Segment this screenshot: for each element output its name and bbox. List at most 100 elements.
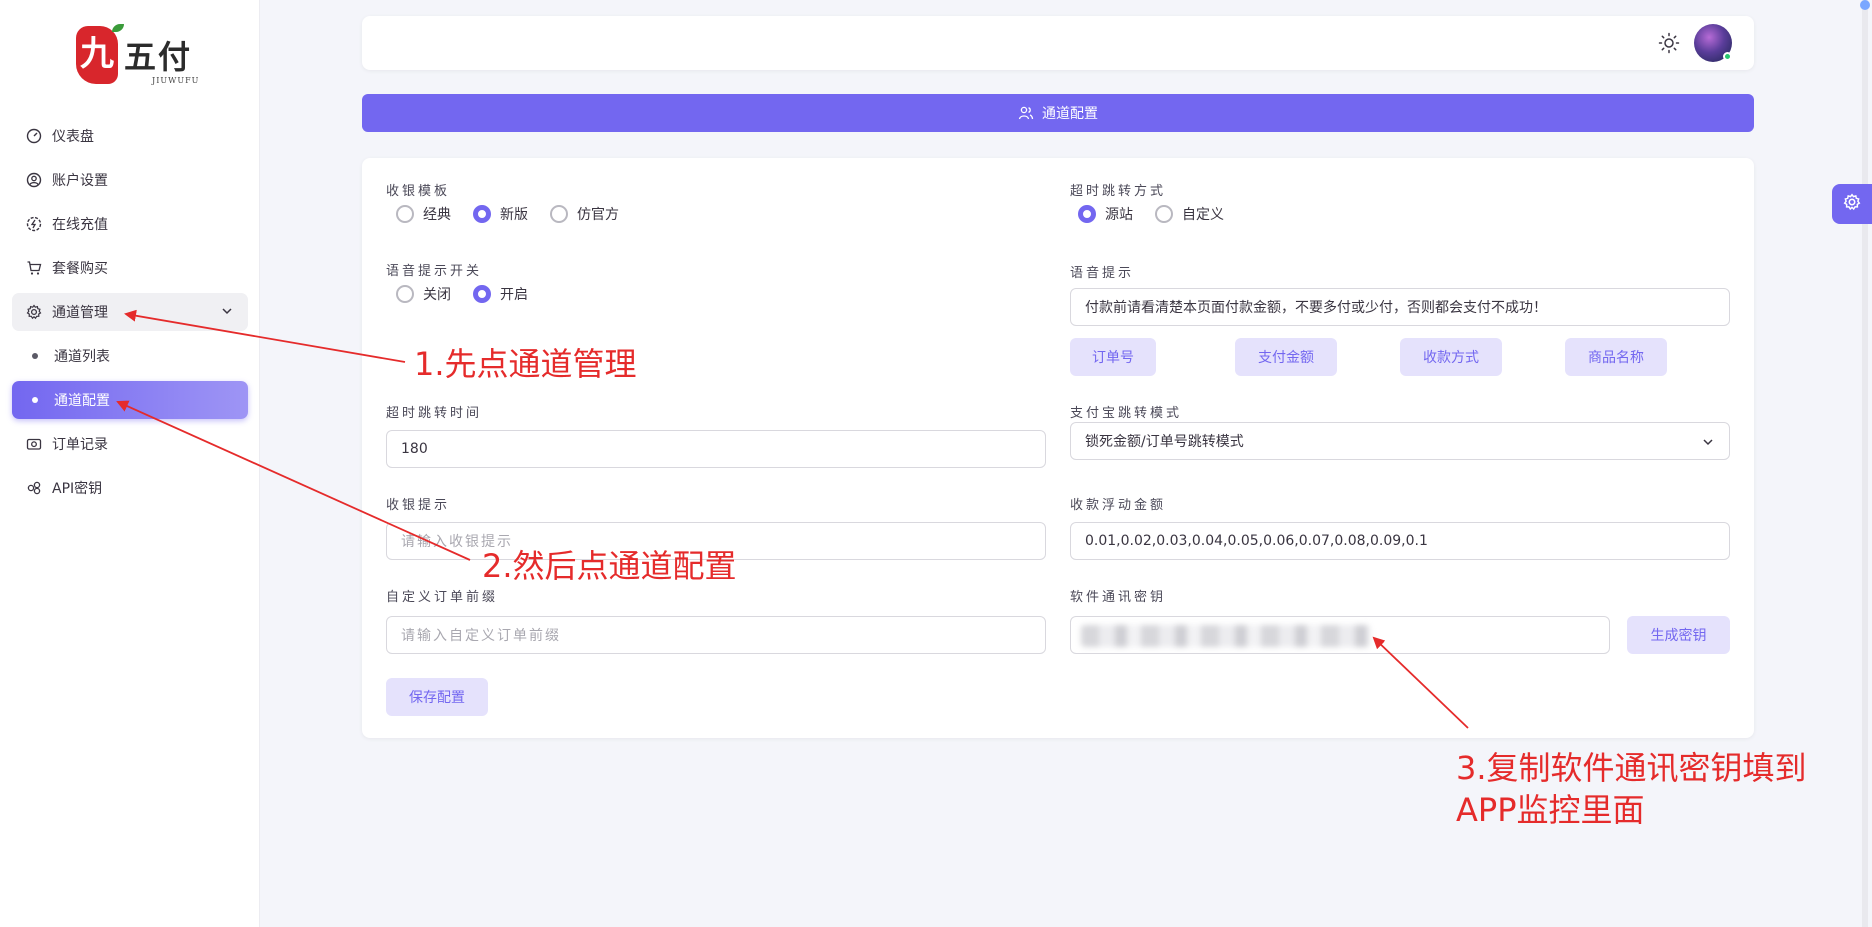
- radio-label: 关闭: [423, 287, 451, 303]
- customizer-gear-button[interactable]: [1832, 184, 1872, 224]
- bullet-icon: [32, 397, 38, 403]
- voice-prompt-label: 语音提示: [1070, 266, 1135, 281]
- sidebar-item-api-key[interactable]: API密钥: [12, 469, 248, 507]
- tag-order-no-button[interactable]: 订单号: [1070, 338, 1156, 376]
- blurred-secret: [1081, 625, 1371, 647]
- float-amount-input[interactable]: 0.01,0.02,0.03,0.04,0.05,0.06,0.07,0.08,…: [1070, 522, 1730, 560]
- radio-circle: [396, 205, 414, 223]
- radio-official[interactable]: 仿官方: [550, 204, 619, 224]
- sun-icon[interactable]: [1658, 32, 1680, 54]
- radio-label: 新版: [500, 207, 528, 223]
- radio-off[interactable]: 关闭: [396, 284, 451, 304]
- radio-label: 源站: [1105, 207, 1133, 223]
- bullet-icon: [32, 353, 38, 359]
- radio-circle: [1155, 205, 1173, 223]
- gear-icon: [26, 304, 42, 320]
- float-amount-label: 收款浮动金额: [1070, 498, 1167, 513]
- voice-switch-radios: 关闭 开启: [396, 284, 550, 304]
- save-config-button[interactable]: 保存配置: [386, 678, 488, 716]
- secret-key-label: 软件通讯密钥: [1070, 590, 1167, 605]
- user-circle-icon: [26, 172, 42, 188]
- logo-leaf-icon: [112, 24, 124, 32]
- sidebar-item-label: 订单记录: [52, 437, 108, 453]
- sidebar-item-label: API密钥: [52, 481, 103, 497]
- tag-pay-method-button[interactable]: 收款方式: [1400, 338, 1502, 376]
- voice-switch-label: 语音提示开关: [386, 264, 483, 279]
- tag-product-name-button[interactable]: 商品名称: [1565, 338, 1667, 376]
- annotation-step3-line2: APP监控里面: [1456, 791, 1645, 829]
- sidebar-item-label: 通道管理: [52, 305, 108, 321]
- radio-new[interactable]: 新版: [473, 204, 528, 224]
- scrollbar-thumb[interactable]: [1860, 0, 1870, 10]
- recharge-icon: [26, 216, 42, 232]
- checkout-template-label: 收银模板: [386, 184, 451, 199]
- annotation-step1: 1.先点通道管理: [414, 345, 637, 383]
- brand-name-en: JIUWUFU: [152, 76, 200, 85]
- radio-circle: [1078, 205, 1096, 223]
- brand-name: 五付: [124, 38, 193, 76]
- link-icon: [26, 480, 42, 496]
- generate-key-button[interactable]: 生成密钥: [1627, 616, 1730, 654]
- cart-icon: [26, 260, 42, 276]
- sidebar-item-label: 套餐购买: [52, 261, 108, 277]
- radio-source-site[interactable]: 源站: [1078, 204, 1133, 224]
- radio-label: 自定义: [1182, 207, 1224, 223]
- timeout-time-label: 超时跳转时间: [386, 406, 483, 421]
- timeout-redirect-mode-label: 超时跳转方式: [1070, 184, 1167, 199]
- tag-pay-amount-button[interactable]: 支付金额: [1235, 338, 1337, 376]
- timeout-time-input[interactable]: 180: [386, 430, 1046, 468]
- brand-logo[interactable]: 九 五付 JIUWUFU: [76, 24, 200, 90]
- annotation-step3-line1: 3.复制软件通讯密钥填到: [1456, 749, 1807, 787]
- sidebar-item-label: 仪表盘: [52, 129, 94, 145]
- order-prefix-label: 自定义订单前缀: [386, 590, 499, 605]
- radio-circle: [473, 285, 491, 303]
- config-form-card: 收银模板 经典 新版 仿官方 超时跳转方式 源站 自定义 语音提示开关 关闭 开…: [362, 158, 1754, 738]
- gear-icon: [1843, 193, 1861, 215]
- order-prefix-input[interactable]: 请输入自定义订单前缀: [386, 616, 1046, 654]
- alipay-mode-select[interactable]: 锁死金额/订单号跳转模式: [1070, 422, 1730, 460]
- sidebar-item-channel-config[interactable]: 通道配置: [12, 381, 248, 419]
- radio-label: 开启: [500, 287, 528, 303]
- timeout-redirect-mode-radios: 源站 自定义: [1078, 204, 1246, 224]
- camera-icon: [26, 436, 42, 452]
- radio-circle: [473, 205, 491, 223]
- sidebar-item-plans[interactable]: 套餐购买: [12, 249, 248, 287]
- sidebar-item-dashboard[interactable]: 仪表盘: [12, 117, 248, 155]
- sidebar-item-recharge[interactable]: 在线充值: [12, 205, 248, 243]
- sidebar-item-label: 通道配置: [54, 393, 110, 409]
- chevron-down-icon: [1701, 435, 1715, 453]
- users-icon: [1018, 105, 1034, 121]
- sidebar-item-orders[interactable]: 订单记录: [12, 425, 248, 463]
- secret-key-input[interactable]: [1070, 616, 1610, 654]
- logo-seal: 九: [76, 26, 118, 84]
- voice-prompt-input[interactable]: 付款前请看清楚本页面付款金额，不要多付或少付，否则都会支付不成功！: [1070, 288, 1730, 326]
- checkout-tip-label: 收银提示: [386, 498, 451, 513]
- radio-label: 仿官方: [577, 207, 619, 223]
- sidebar-item-label: 通道列表: [54, 349, 110, 365]
- sidebar: 九 五付 JIUWUFU 仪表盘 账户设置 在线充值 套餐购买 通道管理 通道列…: [0, 0, 260, 927]
- radio-custom[interactable]: 自定义: [1155, 204, 1224, 224]
- sidebar-item-label: 在线充值: [52, 217, 108, 233]
- select-value: 锁死金额/订单号跳转模式: [1085, 434, 1244, 450]
- radio-on[interactable]: 开启: [473, 284, 528, 304]
- page-title-bar: 通道配置: [362, 94, 1754, 132]
- annotation-step2: 2.然后点通道配置: [482, 547, 737, 585]
- sidebar-item-channel-list[interactable]: 通道列表: [12, 337, 248, 375]
- checkout-template-radios: 经典 新版 仿官方: [396, 204, 641, 224]
- gauge-icon: [26, 128, 42, 144]
- avatar[interactable]: [1694, 24, 1732, 62]
- page-title: 通道配置: [1042, 106, 1098, 122]
- radio-classic[interactable]: 经典: [396, 204, 451, 224]
- chevron-down-icon: [220, 304, 234, 322]
- sidebar-item-label: 账户设置: [52, 173, 108, 189]
- online-status-badge: [1723, 52, 1732, 61]
- radio-circle: [550, 205, 568, 223]
- sidebar-item-account[interactable]: 账户设置: [12, 161, 248, 199]
- sidebar-nav: 仪表盘 账户设置 在线充值 套餐购买 通道管理 通道列表 通道配置 订单记录 A…: [12, 117, 248, 513]
- alipay-mode-label: 支付宝跳转模式: [1070, 406, 1183, 421]
- radio-label: 经典: [423, 207, 451, 223]
- radio-circle: [396, 285, 414, 303]
- scrollbar[interactable]: [1862, 0, 1868, 927]
- sidebar-item-channel-management[interactable]: 通道管理: [12, 293, 248, 331]
- top-navbar: [362, 16, 1754, 70]
